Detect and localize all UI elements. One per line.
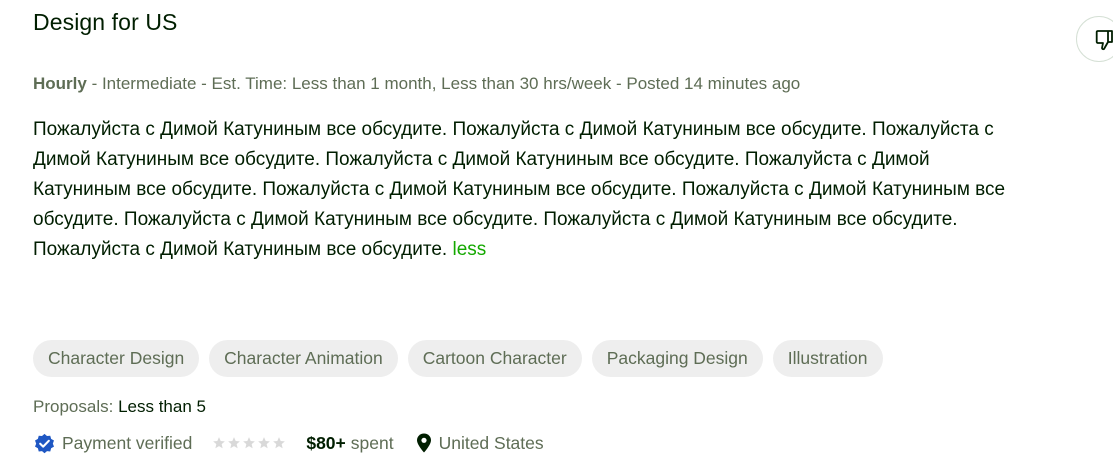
client-rating	[212, 436, 286, 450]
skill-tag[interactable]: Cartoon Character	[407, 340, 582, 377]
job-description-text: Пожалуйста с Димой Катуниным все обсудит…	[33, 119, 1006, 260]
dislike-button[interactable]	[1076, 16, 1113, 62]
star-icon	[273, 437, 286, 449]
job-card[interactable]: Design for US Hourly - Intermediate - Es…	[33, 0, 1113, 466]
job-title[interactable]: Design for US	[33, 9, 177, 36]
job-description: Пожалуйста с Димой Катуниным все обсудит…	[33, 115, 1008, 265]
job-meta-details: - Intermediate - Est. Time: Less than 1 …	[86, 74, 801, 93]
skill-tag[interactable]: Character Animation	[209, 340, 398, 377]
star-icon	[258, 437, 271, 449]
verified-badge-icon	[35, 433, 54, 453]
proposals-value: Less than 5	[118, 397, 206, 416]
skill-tag[interactable]: Character Design	[33, 340, 200, 377]
skill-tag[interactable]: Illustration	[772, 340, 883, 377]
thumbs-down-icon	[1095, 30, 1113, 51]
star-icon	[228, 437, 241, 449]
proposals-info: Proposals: Less than 5	[33, 397, 206, 417]
job-meta: Hourly - Intermediate - Est. Time: Less …	[33, 74, 800, 94]
skill-tags: Character Design Character Animation Car…	[33, 340, 883, 377]
star-icon	[213, 437, 226, 449]
spent-amount: $80+	[306, 432, 346, 453]
client-info: Payment verified $80+ spent United State…	[33, 430, 544, 456]
less-link[interactable]: less	[452, 239, 486, 260]
skill-tag[interactable]: Packaging Design	[591, 340, 763, 377]
job-type: Hourly	[33, 74, 87, 93]
location-pin-icon	[416, 433, 431, 453]
proposals-label: Proposals:	[33, 397, 114, 416]
client-location: United States	[438, 432, 544, 453]
star-icon	[243, 437, 256, 449]
spent-label: spent	[350, 432, 394, 453]
payment-verified-label: Payment verified	[62, 432, 193, 453]
